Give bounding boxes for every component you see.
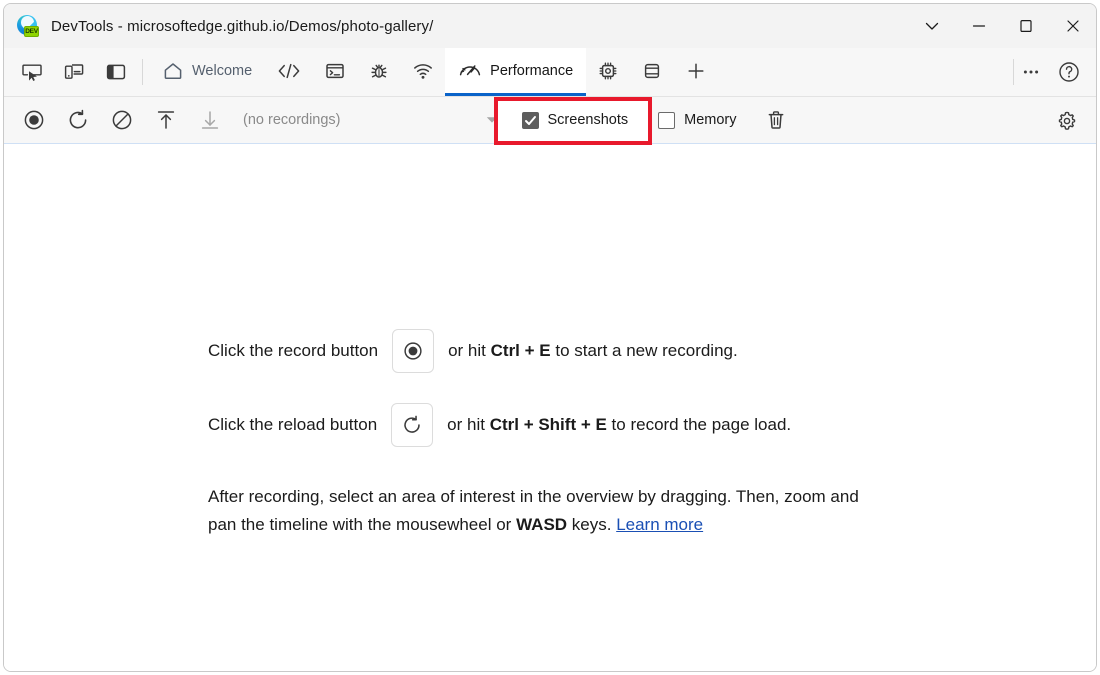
- window-controls: [908, 4, 1096, 48]
- inspect-icon: [21, 61, 43, 83]
- inspect-element-button[interactable]: [16, 57, 48, 87]
- hint-record-shortcut: Ctrl + E: [491, 341, 551, 360]
- cpu-chip-icon: [597, 60, 619, 82]
- checkmark-icon: [524, 114, 537, 127]
- reload-icon: [401, 414, 423, 436]
- tab-label: Welcome: [192, 63, 252, 79]
- settings-button[interactable]: [1051, 105, 1083, 137]
- record-icon: [402, 340, 424, 362]
- hint-record-prefix: Click the record button: [208, 340, 378, 363]
- performance-toolbar: (no recordings) Screenshots Memory: [4, 97, 1096, 144]
- hint-reload-prefix: Click the reload button: [208, 414, 377, 437]
- tab-network[interactable]: [401, 48, 445, 96]
- dock-side-icon: [105, 61, 127, 83]
- inline-reload-button[interactable]: [391, 403, 433, 447]
- maximize-icon: [1019, 19, 1033, 33]
- checkbox-box: [658, 112, 675, 129]
- devtools-window: DEV DevTools - microsoftedge.github.io/D…: [3, 3, 1097, 672]
- code-icon: [276, 60, 302, 82]
- hint-paragraph-bold: WASD: [516, 515, 567, 534]
- hint-reload-suffix-post: to record the page load.: [607, 415, 791, 434]
- recordings-dropdown[interactable]: (no recordings): [243, 105, 498, 135]
- ellipsis-icon: [1020, 61, 1042, 83]
- recordings-value: (no recordings): [243, 112, 341, 128]
- tab-welcome[interactable]: Welcome: [149, 48, 265, 96]
- console-icon: [324, 60, 346, 82]
- question-circle-icon: [1057, 60, 1081, 84]
- hint-record-suffix-pre: or hit: [448, 341, 491, 360]
- checkbox-label: Screenshots: [548, 112, 629, 128]
- checkbox-box: [522, 112, 539, 129]
- device-emulation-button[interactable]: [58, 57, 90, 87]
- debug-bug-icon: [368, 60, 390, 82]
- home-icon: [162, 60, 184, 82]
- panel-tabs: Welcome: [143, 48, 1013, 96]
- hint-record-suffix: or hit Ctrl + E to start a new recording…: [448, 340, 738, 363]
- chevron-down-icon: [486, 116, 498, 124]
- screenshots-checkbox[interactable]: Screenshots: [522, 112, 629, 129]
- clear-button[interactable]: [105, 104, 139, 136]
- window-title: DevTools - microsoftedge.github.io/Demos…: [51, 18, 433, 35]
- database-icon: [641, 60, 663, 82]
- gear-icon: [1055, 109, 1079, 133]
- help-button[interactable]: [1052, 56, 1086, 88]
- learn-more-link[interactable]: Learn more: [616, 515, 703, 534]
- more-options-button[interactable]: [1014, 56, 1048, 88]
- hint-reload-shortcut: Ctrl + Shift + E: [490, 415, 607, 434]
- more-tabs-chevron-down-icon[interactable]: [908, 4, 955, 48]
- inline-record-button[interactable]: [392, 329, 434, 373]
- reload-and-record-button[interactable]: [61, 104, 95, 136]
- devtools-logo-badge: DEV: [24, 26, 39, 37]
- tab-application[interactable]: [630, 48, 674, 96]
- minimize-icon: [972, 19, 986, 33]
- plus-icon: [685, 60, 707, 82]
- tab-more-tools[interactable]: [674, 48, 718, 96]
- trash-icon: [764, 108, 788, 132]
- hint-paragraph: After recording, select an area of inter…: [208, 483, 886, 538]
- hint-paragraph-post: keys.: [567, 515, 616, 534]
- hint-record-suffix-post: to start a new recording.: [551, 341, 738, 360]
- chevron-down-icon: [924, 18, 940, 34]
- upload-arrow-icon: [154, 108, 178, 132]
- clear-circle-slash-icon: [110, 108, 134, 132]
- maximize-button[interactable]: [1002, 4, 1049, 48]
- record-icon: [22, 108, 46, 132]
- hint-row-reload: Click the reload button or hit Ctrl + Sh…: [208, 403, 898, 447]
- close-icon: [1066, 19, 1080, 33]
- tab-label: Performance: [490, 63, 573, 79]
- record-button[interactable]: [17, 104, 51, 136]
- load-profile-button[interactable]: [149, 104, 183, 136]
- performance-panel-content: Click the record button or hit Ctrl + E …: [4, 144, 1096, 671]
- tabstrip-right-actions: [1014, 48, 1096, 96]
- checkbox-label: Memory: [684, 112, 736, 128]
- hint-reload-suffix: or hit Ctrl + Shift + E to record the pa…: [447, 414, 791, 437]
- dock-tool-group: [4, 48, 142, 96]
- title-bar: DEV DevTools - microsoftedge.github.io/D…: [4, 4, 1096, 48]
- tab-performance[interactable]: Performance: [445, 48, 586, 96]
- hint-reload-suffix-pre: or hit: [447, 415, 490, 434]
- dock-side-button[interactable]: [100, 57, 132, 87]
- edge-devtools-logo-icon: DEV: [17, 15, 39, 37]
- device-toggle-icon: [63, 61, 85, 83]
- save-profile-button[interactable]: [193, 104, 227, 136]
- tab-elements[interactable]: [265, 48, 313, 96]
- memory-checkbox[interactable]: Memory: [658, 112, 736, 129]
- collect-garbage-button[interactable]: [759, 104, 793, 136]
- wifi-icon: [412, 60, 434, 82]
- devtools-tab-strip: Welcome: [4, 48, 1096, 97]
- download-arrow-icon: [198, 108, 222, 132]
- close-button[interactable]: [1049, 4, 1096, 48]
- tab-sources[interactable]: [357, 48, 401, 96]
- hint-row-record: Click the record button or hit Ctrl + E …: [208, 329, 898, 373]
- minimize-button[interactable]: [955, 4, 1002, 48]
- tab-console[interactable]: [313, 48, 357, 96]
- gauge-icon: [458, 60, 482, 82]
- reload-icon: [66, 108, 90, 132]
- performance-landing-hints: Click the record button or hit Ctrl + E …: [208, 329, 898, 538]
- tab-memory[interactable]: [586, 48, 630, 96]
